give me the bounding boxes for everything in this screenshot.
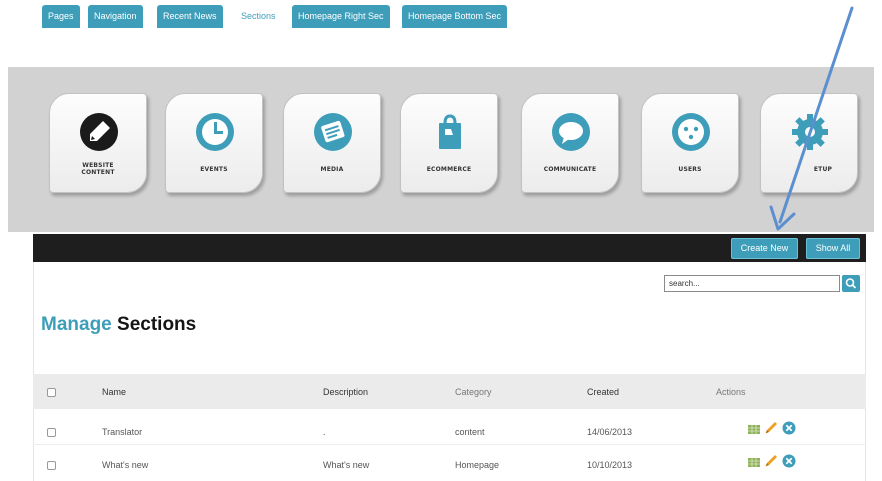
- module-label-line2: CONTENT: [81, 169, 115, 176]
- search-icon: [845, 278, 857, 289]
- search-button[interactable]: [842, 275, 860, 292]
- cell-created: 14/06/2013: [587, 427, 633, 437]
- grid-icon[interactable]: [747, 422, 761, 436]
- tab-sections[interactable]: Sections: [235, 5, 282, 28]
- cell-name[interactable]: What's new: [102, 460, 148, 470]
- cell-name[interactable]: Translator: [102, 427, 142, 437]
- module-label: MEDIA: [320, 166, 344, 173]
- row-divider: [33, 444, 866, 445]
- cell-category: Homepage: [455, 460, 500, 470]
- module-label: EVENTS: [200, 166, 228, 173]
- module-label: ECOMMERCE: [426, 166, 472, 173]
- cell-created: 10/10/2013: [587, 460, 633, 470]
- module-label: WEBSITE CONTENT: [50, 162, 146, 176]
- module-website-content[interactable]: WEBSITE CONTENT: [49, 93, 147, 193]
- module-label: COMMUNICATE: [543, 166, 597, 173]
- module-communicate[interactable]: COMMUNICATE: [521, 93, 619, 193]
- tab-homepage-bottom-sec[interactable]: Homepage Bottom Sec: [402, 5, 508, 28]
- tab-recent-news[interactable]: Recent News: [157, 5, 223, 28]
- delete-icon[interactable]: [782, 421, 796, 435]
- create-new-button[interactable]: Create New: [731, 238, 798, 259]
- row-checkbox[interactable]: [47, 461, 56, 470]
- gear-icon: [792, 114, 828, 150]
- tab-navigation[interactable]: Navigation: [88, 5, 143, 28]
- module-setup[interactable]: ETUP: [760, 93, 858, 193]
- module-users[interactable]: USERS: [641, 93, 739, 193]
- content-panel: [33, 262, 866, 481]
- speech-bubble-icon: [552, 113, 590, 151]
- column-header-created[interactable]: Created: [587, 387, 619, 397]
- tab-homepage-right-sec[interactable]: Homepage Right Sec: [292, 5, 390, 28]
- module-media[interactable]: MEDIA: [283, 93, 381, 193]
- show-all-button[interactable]: Show All: [806, 238, 860, 259]
- module-label: ETUP: [813, 166, 833, 173]
- module-ecommerce[interactable]: ECOMMERCE: [400, 93, 498, 193]
- user-face-icon: [672, 113, 710, 151]
- column-header-category[interactable]: Category: [455, 387, 492, 397]
- column-header-actions: Actions: [716, 387, 746, 397]
- cell-description: What's new: [323, 460, 370, 470]
- cell-category: content: [455, 427, 485, 437]
- grid-icon[interactable]: [747, 455, 761, 469]
- module-label-line1: WEBSITE: [82, 162, 114, 169]
- column-header-description[interactable]: Description: [323, 387, 368, 397]
- page-title: Manage Sections: [41, 314, 196, 336]
- media-icon: [314, 113, 352, 151]
- page-title-accent: Manage: [41, 314, 112, 335]
- pencil-icon[interactable]: [764, 421, 778, 435]
- screen: { "modules": [ {"label_line1": "WEBSITE"…: [0, 0, 882, 481]
- column-header-name[interactable]: Name: [102, 387, 126, 397]
- tab-pages[interactable]: Pages: [42, 5, 80, 28]
- search-input[interactable]: search...: [664, 275, 840, 292]
- row-checkbox[interactable]: [47, 428, 56, 437]
- shopping-bag-icon: [439, 114, 461, 149]
- delete-icon[interactable]: [782, 454, 796, 468]
- module-events[interactable]: EVENTS: [165, 93, 263, 193]
- pencil-icon[interactable]: [764, 454, 778, 468]
- page-title-main: Sections: [117, 314, 197, 335]
- select-all-checkbox[interactable]: [47, 388, 56, 397]
- module-label: USERS: [678, 166, 702, 173]
- cell-description: .: [323, 427, 326, 437]
- pen-icon: [80, 113, 118, 151]
- clock-icon: [196, 113, 234, 151]
